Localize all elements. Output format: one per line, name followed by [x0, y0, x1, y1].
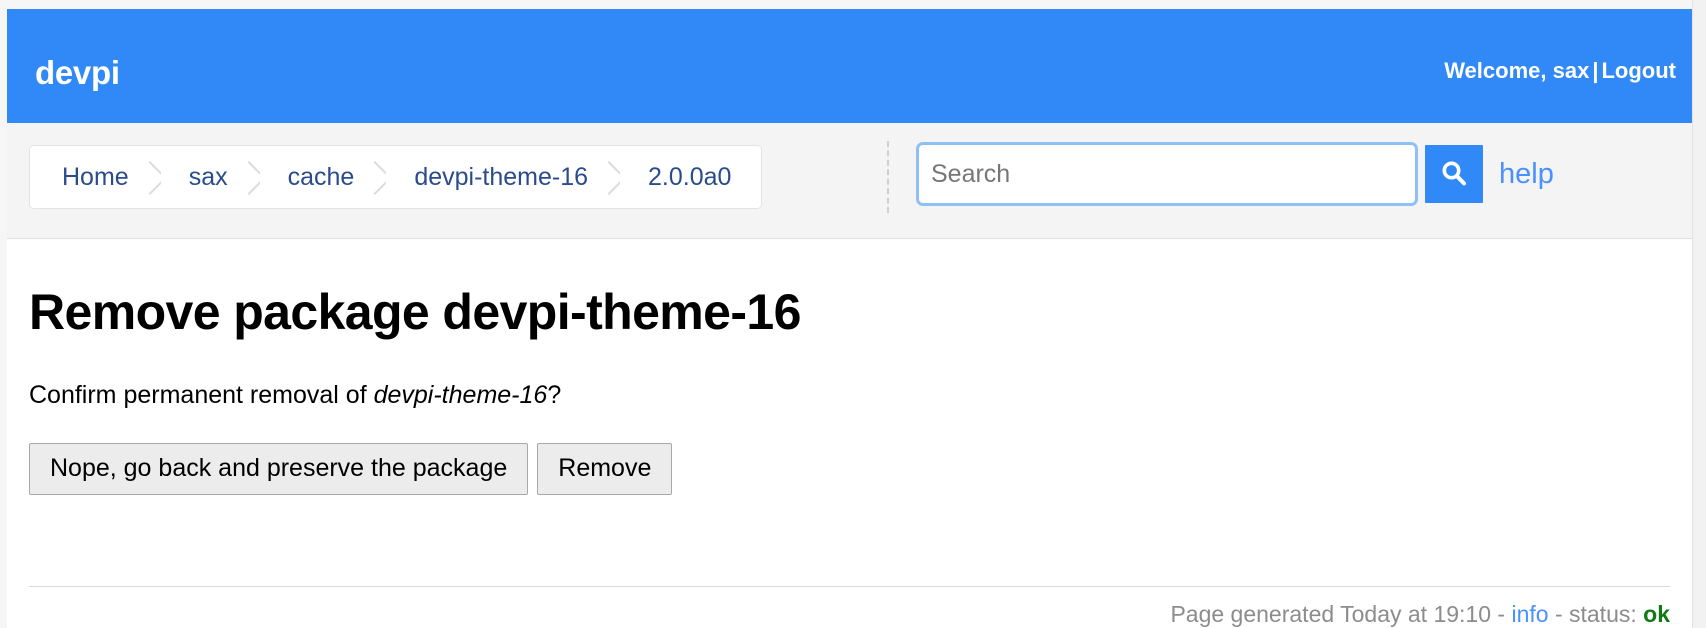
info-link[interactable]: info	[1511, 601, 1548, 627]
confirm-prefix: Confirm permanent removal of	[29, 380, 374, 409]
confirmation-message: Confirm permanent removal of devpi-theme…	[29, 342, 1670, 410]
search-area: help	[919, 145, 1554, 203]
remove-button[interactable]: Remove	[537, 442, 673, 495]
breadcrumb-label: devpi-theme-16	[414, 162, 589, 191]
breadcrumb-item-home[interactable]: Home	[30, 146, 167, 208]
nav-divider	[887, 141, 889, 213]
breadcrumb-label: sax	[188, 162, 228, 191]
breadcrumb: Home sax cache devpi-theme-16 2.0.0a0	[29, 145, 763, 209]
main-content: Remove package devpi-theme-16 Confirm pe…	[7, 239, 1692, 628]
cancel-button[interactable]: Nope, go back and preserve the package	[29, 442, 529, 495]
user-session-area: Welcome, sax | Logout	[1444, 60, 1676, 82]
page-title: Remove package devpi-theme-16	[29, 284, 801, 340]
breadcrumb-label: 2.0.0a0	[648, 162, 732, 191]
footer-generated-text: Page generated Today at 19:10 -	[1170, 601, 1512, 627]
breadcrumb-label: cache	[287, 162, 355, 191]
logout-link[interactable]: Logout	[1601, 58, 1676, 83]
breadcrumb-item-user[interactable]: sax	[160, 146, 266, 208]
search-icon	[1442, 161, 1466, 186]
action-button-row: Nope, go back and preserve the package R…	[29, 410, 1670, 495]
browser-viewport: devpi Welcome, sax | Logout Home sax cache…	[7, 9, 1692, 628]
breadcrumb-item-version[interactable]: 2.0.0a0	[620, 146, 762, 208]
vertical-scrollbar[interactable]	[1692, 0, 1706, 628]
search-button[interactable]	[1425, 145, 1483, 203]
status-badge: ok	[1643, 601, 1670, 627]
page-footer: Page generated Today at 19:10 - info - s…	[29, 586, 1670, 628]
site-header: devpi Welcome, sax | Logout	[7, 9, 1692, 123]
breadcrumb-label: Home	[62, 162, 129, 191]
page-frame: devpi Welcome, sax | Logout Home sax cache…	[0, 0, 1706, 628]
help-link[interactable]: help	[1499, 159, 1554, 189]
breadcrumb-item-package[interactable]: devpi-theme-16	[386, 146, 627, 208]
welcome-label: Welcome, sax	[1444, 58, 1590, 83]
breadcrumb-item-index[interactable]: cache	[259, 146, 393, 208]
confirm-package-name: devpi-theme-16	[373, 380, 548, 409]
navigation-bar: Home sax cache devpi-theme-16 2.0.0a0 he…	[7, 123, 1692, 239]
site-logo[interactable]: devpi	[35, 56, 120, 89]
search-input[interactable]	[919, 145, 1415, 203]
confirm-suffix: ?	[547, 380, 562, 409]
welcome-separator: |	[1592, 58, 1599, 83]
footer-status-label: - status:	[1548, 601, 1644, 627]
